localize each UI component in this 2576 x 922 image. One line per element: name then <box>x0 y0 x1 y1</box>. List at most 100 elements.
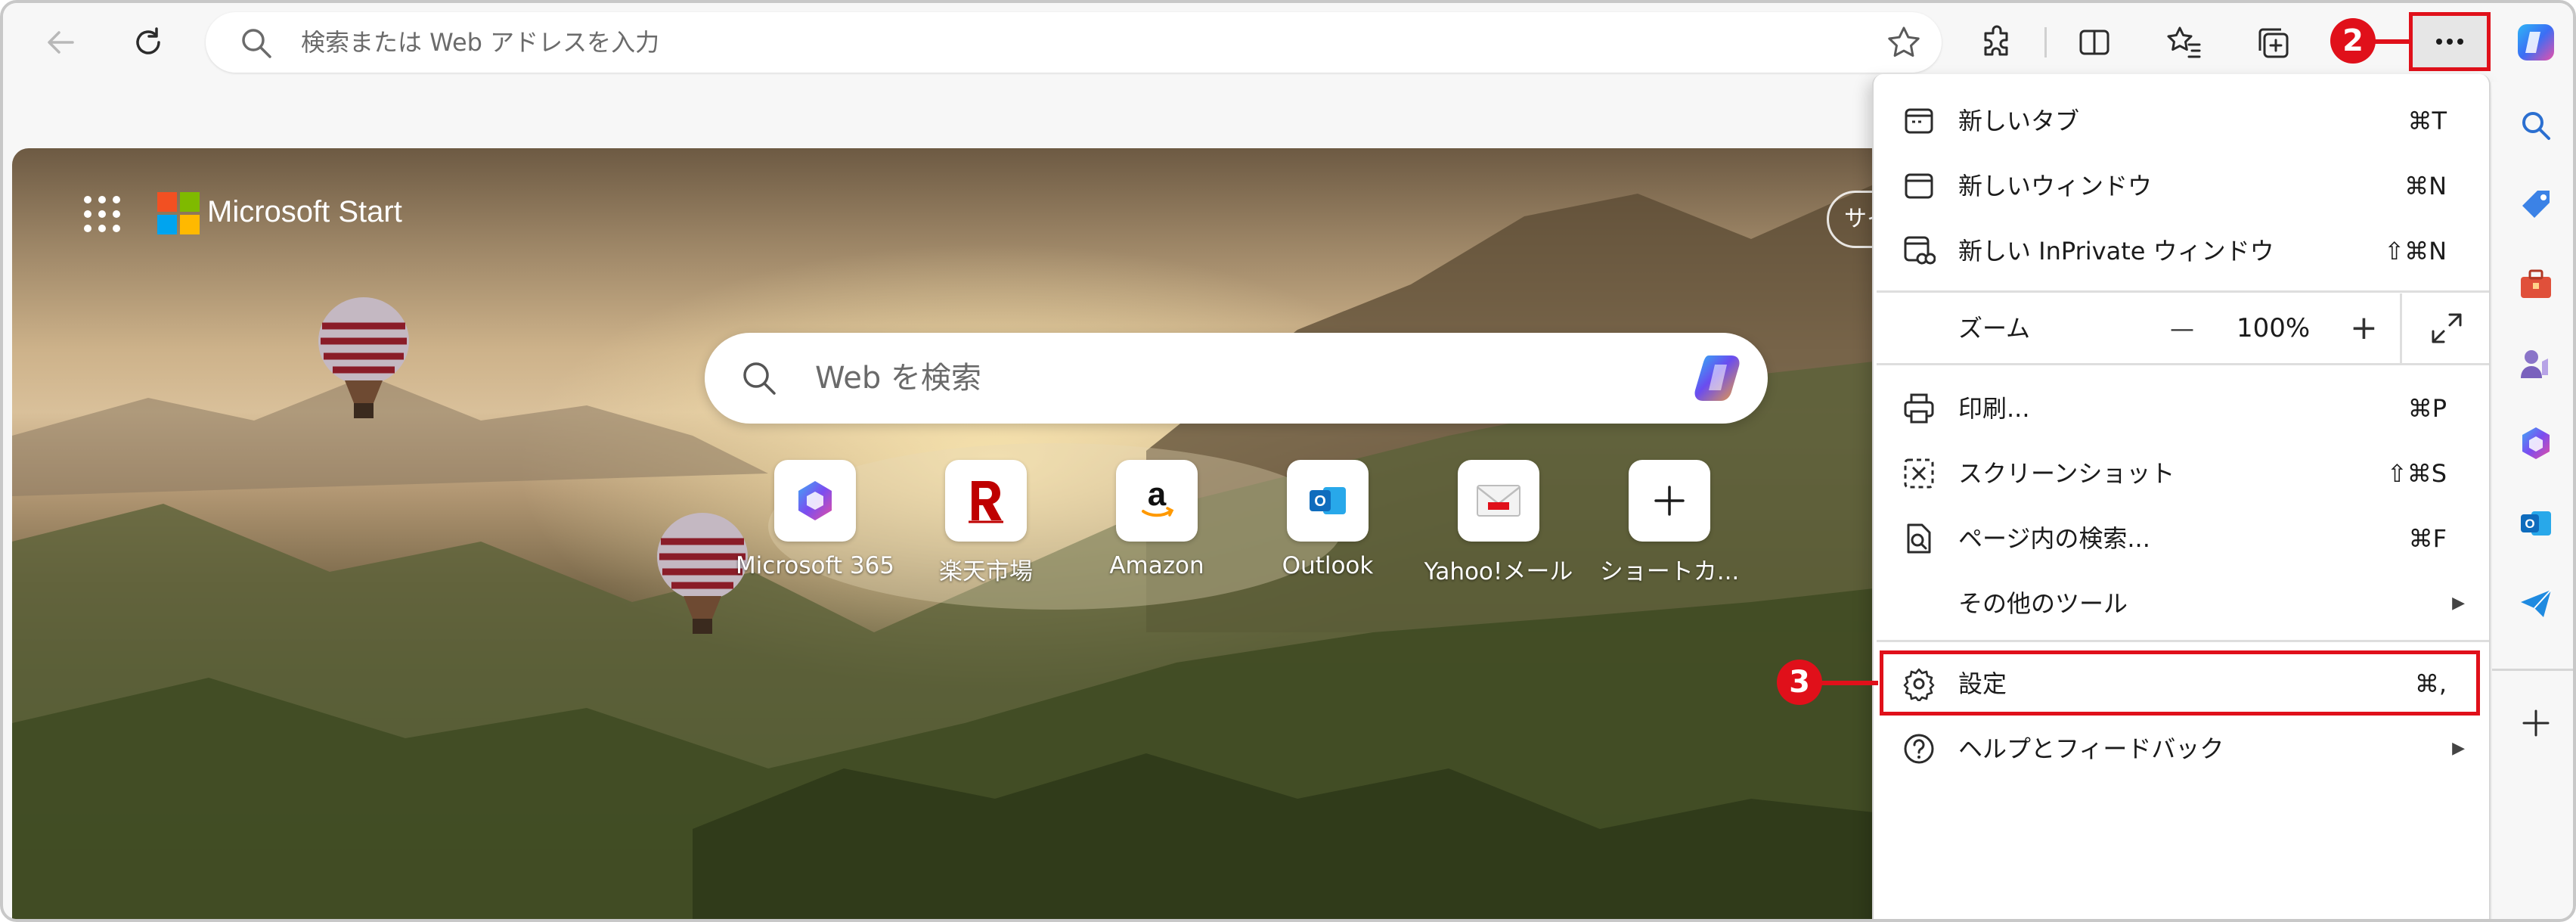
browser-toolbar: 検索または Web アドレスを入力 2 <box>3 3 2573 82</box>
copilot-icon[interactable] <box>1692 351 1747 408</box>
zoom-divider <box>2400 293 2402 363</box>
menu-item-screenshot[interactable]: スクリーンショット ⇧⌘S <box>1874 442 2492 505</box>
shortcut-label: Outlook <box>1282 552 1374 579</box>
shortcut-label: Amazon <box>1109 552 1204 579</box>
menu-item-label: ページ内の検索... <box>1958 524 2150 553</box>
menu-divider <box>1877 363 2489 365</box>
shortcut-tile[interactable]: Yahoo!メール <box>1408 460 1589 586</box>
settings-and-more-button[interactable] <box>2409 12 2491 71</box>
add-sidebar-app-icon[interactable] <box>2512 699 2560 747</box>
drop-send-icon[interactable] <box>2512 579 2560 628</box>
search-icon[interactable] <box>2512 101 2560 150</box>
address-input[interactable]: 検索または Web アドレスを入力 <box>301 12 659 73</box>
submenu-arrow-icon: ▶ <box>2452 739 2465 758</box>
settings-and-more-menu: 新しいタブ ⌘T 新しいウィンドウ ⌘N 新しい InPrivate ウィンドウ… <box>1872 74 2492 919</box>
web-search-input[interactable]: Web を検索 <box>815 333 981 424</box>
edge-sidebar: O <box>2492 82 2573 919</box>
search-icon <box>239 26 274 64</box>
menu-item-find-on-page[interactable]: ページ内の検索... ⌘F <box>1874 507 2492 570</box>
sidebar-divider <box>2492 669 2573 671</box>
menu-item-label: その他のツール <box>1958 589 2128 618</box>
new-tab-icon <box>1901 103 1937 139</box>
menu-item-print[interactable]: 印刷... ⌘P <box>1874 377 2492 440</box>
outlook-icon: O <box>1287 460 1369 542</box>
menu-item-label: ヘルプとフィードバック <box>1958 734 2224 763</box>
step-3-badge: 3 <box>1777 660 1822 705</box>
favorite-star-icon[interactable] <box>1886 24 1922 64</box>
menu-item-shortcut: ⌘T <box>2407 107 2447 135</box>
step-3-leader-line <box>1821 681 1878 685</box>
microsoft-start-brand[interactable]: Microsoft Start <box>207 195 402 229</box>
games-icon[interactable] <box>2512 339 2560 387</box>
fullscreen-icon[interactable] <box>2430 312 2463 348</box>
web-search-box[interactable]: Web を検索 <box>705 333 1768 424</box>
menu-item-new-window[interactable]: 新しいウィンドウ ⌘N <box>1874 154 2492 218</box>
shortcut-tile[interactable]: O Outlook <box>1237 460 1418 579</box>
collections-icon[interactable] <box>2249 18 2297 67</box>
menu-item-shortcut: ⌘F <box>2408 524 2447 553</box>
shortcut-tile[interactable]: a Amazon <box>1066 460 1248 579</box>
svg-text:a: a <box>1148 478 1167 513</box>
settings-highlight-box <box>1880 650 2480 716</box>
shopping-tag-icon[interactable] <box>2512 182 2560 230</box>
search-icon <box>739 359 779 401</box>
new-window-icon <box>1901 168 1937 204</box>
menu-item-new-tab[interactable]: 新しいタブ ⌘T <box>1874 89 2492 153</box>
menu-item-label: スクリーンショット <box>1958 459 2175 488</box>
zoom-out-button[interactable]: — <box>2170 293 2194 363</box>
copilot-icon[interactable] <box>2512 18 2560 67</box>
back-icon[interactable] <box>36 18 85 67</box>
find-on-page-icon <box>1901 520 1937 557</box>
shortcut-label: 楽天市場 <box>939 558 1033 585</box>
submenu-arrow-icon: ▶ <box>2452 594 2465 613</box>
svg-text:O: O <box>2525 517 2534 531</box>
menu-item-label: 新しいウィンドウ <box>1958 172 2153 200</box>
split-screen-icon[interactable] <box>2070 18 2119 67</box>
screenshot-icon <box>1901 455 1937 492</box>
add-shortcut-icon <box>1629 460 1710 542</box>
browser-window: 検索または Web アドレスを入力 2 Microsoft Start サイ W… <box>0 0 2576 922</box>
app-launcher-icon[interactable] <box>82 194 122 237</box>
svg-text:O: O <box>1314 493 1326 510</box>
toolbar-divider <box>2044 27 2047 57</box>
address-bar[interactable]: 検索または Web アドレスを入力 <box>206 12 1942 73</box>
yahoo-mail-icon <box>1458 460 1539 542</box>
microsoft-365-icon <box>774 460 856 542</box>
menu-item-label: ズーム <box>1958 314 2031 343</box>
menu-item-shortcut: ⇧⌘S <box>2386 459 2447 488</box>
help-icon <box>1901 731 1937 767</box>
menu-divider <box>1877 290 2489 293</box>
favorites-icon[interactable] <box>2159 18 2208 67</box>
outlook-icon[interactable]: O <box>2512 499 2560 548</box>
print-icon <box>1901 390 1937 427</box>
shortcut-tile[interactable]: ショートカ... <box>1579 460 1760 586</box>
amazon-icon: a <box>1116 460 1198 542</box>
menu-item-help-and-feedback[interactable]: ヘルプとフィードバック ▶ <box>1874 717 2492 781</box>
shortcut-tile[interactable]: 楽天市場 <box>895 460 1077 586</box>
microsoft-365-icon[interactable] <box>2512 419 2560 467</box>
tools-toolbox-icon[interactable] <box>2512 260 2560 309</box>
shortcut-label: Microsoft 365 <box>735 552 895 579</box>
menu-item-more-tools[interactable]: その他のツール ▶ <box>1874 572 2492 635</box>
menu-divider <box>1877 640 2489 642</box>
refresh-icon[interactable] <box>124 18 172 67</box>
menu-item-new-inprivate-window[interactable]: 新しい InPrivate ウィンドウ ⇧⌘N <box>1874 219 2492 283</box>
step-2-leader-line <box>2374 39 2410 44</box>
shortcut-label: ショートカ... <box>1599 558 1740 585</box>
new-tab-page: Microsoft Start サイ Web を検索 Microsoft 365… <box>12 148 1887 919</box>
menu-item-label: 印刷... <box>1958 394 2030 423</box>
step-2-badge: 2 <box>2330 18 2376 64</box>
menu-item-label: 新しい InPrivate ウィンドウ <box>1958 237 2274 265</box>
more-dots-icon <box>2436 39 2463 45</box>
microsoft-logo-icon <box>157 192 200 237</box>
zoom-in-button[interactable]: + <box>2350 293 2378 363</box>
menu-item-shortcut: ⇧⌘N <box>2384 237 2447 265</box>
menu-item-label: 新しいタブ <box>1958 107 2080 135</box>
menu-item-shortcut: ⌘P <box>2407 394 2447 423</box>
extensions-icon[interactable] <box>1973 18 2022 67</box>
menu-item-zoom: ズーム — 100% + <box>1874 293 2492 363</box>
shortcut-tile[interactable]: Microsoft 365 <box>724 460 906 579</box>
menu-item-shortcut: ⌘N <box>2404 172 2447 200</box>
hot-air-balloon-image <box>318 297 409 418</box>
zoom-level: 100% <box>2237 313 2311 343</box>
